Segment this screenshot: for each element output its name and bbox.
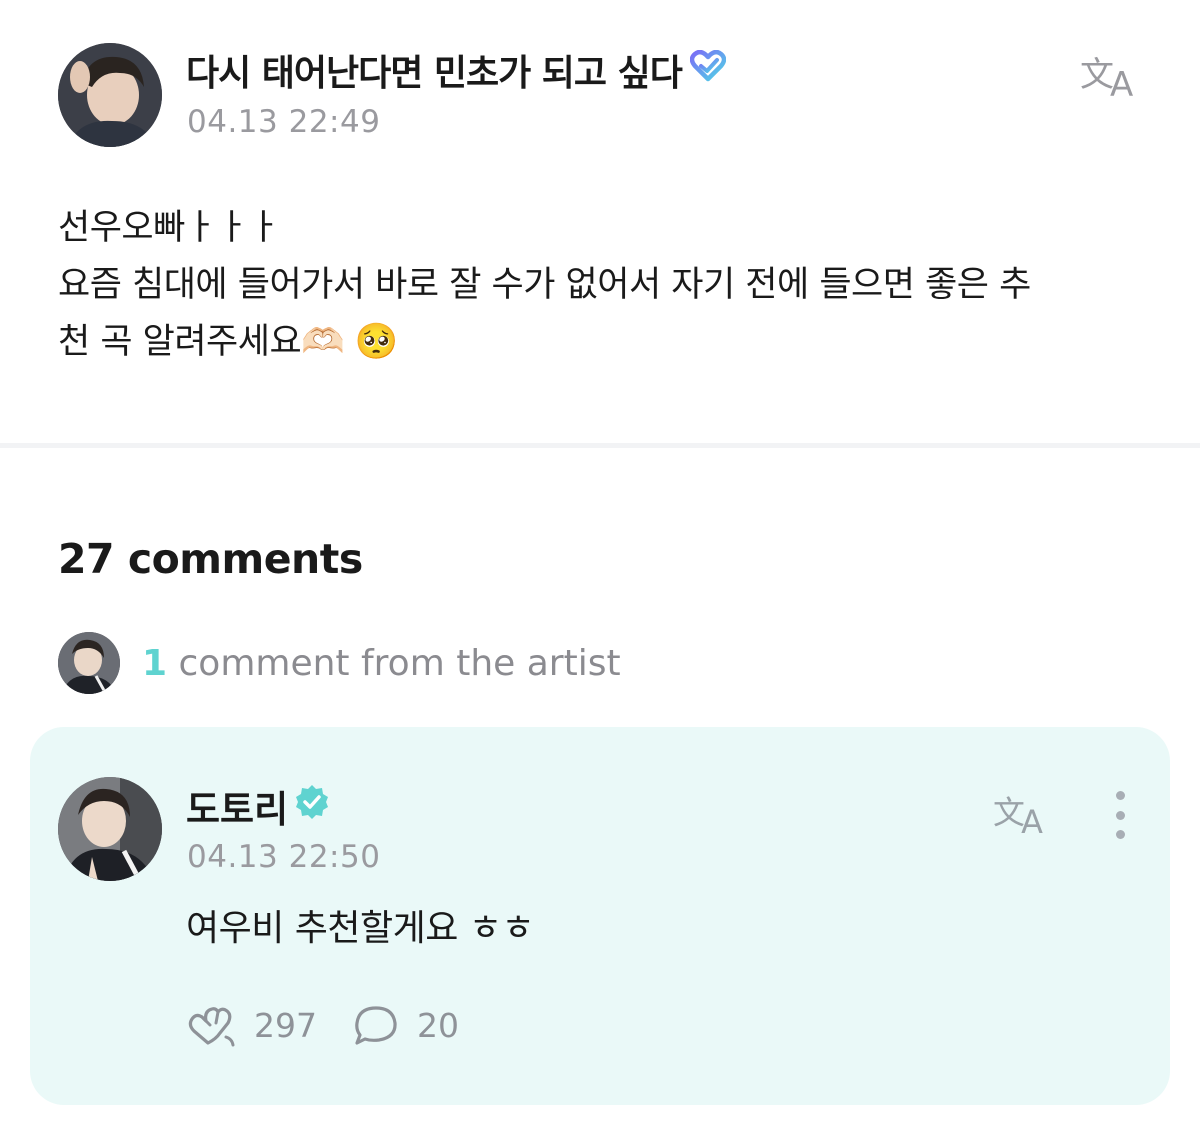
heart-badge-icon	[689, 49, 727, 91]
translate-icon[interactable]: 文 A	[1080, 52, 1144, 105]
verified-badge-icon	[294, 784, 330, 829]
more-dot	[1115, 830, 1125, 839]
artist-comment-label-text: comment from the artist	[167, 642, 621, 684]
like-button[interactable]: 297	[186, 1003, 317, 1047]
svg-text:文: 文	[993, 793, 1025, 831]
artist-avatar[interactable]	[58, 777, 162, 881]
artist-comment-count: 1	[142, 642, 168, 684]
post-body-line: 천 곡 알려주세요🫶🏻 🥺	[58, 322, 398, 362]
svg-text:A: A	[1021, 803, 1043, 837]
post-author-name[interactable]: 다시 태어난다면 민초가 되고 싶다	[186, 44, 683, 96]
post-body-line: 요즘 침대에 들어가서 바로 잘 수가 없어서 자기 전에 들으면 좋은 추	[58, 265, 1031, 305]
artist-name[interactable]: 도토리	[186, 779, 288, 833]
comment-translate-icon[interactable]: 文 A	[993, 791, 1053, 840]
post-author-name-row[interactable]: 다시 태어난다면 민초가 되고 싶다	[186, 44, 727, 96]
reply-button[interactable]: 20	[353, 1004, 459, 1046]
speech-bubble-icon	[355, 1006, 397, 1045]
artist-comment-text: 여우비 추천할게요 ㅎㅎ	[186, 908, 535, 949]
post-timestamp: 04.13 22:49	[187, 104, 381, 140]
post-detail-page: 다시 태어난다면 민초가 되고 싶다 04.13 22:49 文 A 선우오빠ㅏ…	[0, 0, 1200, 1125]
more-vertical-icon[interactable]	[1106, 791, 1134, 839]
post-body-line: 선우오빠ㅏㅏㅏ	[58, 208, 280, 248]
comment-actions: 297 20	[186, 1003, 459, 1047]
artist-comment-timestamp: 04.13 22:50	[187, 839, 381, 875]
reply-count: 20	[417, 1005, 459, 1045]
heart-applause-icon	[188, 1007, 235, 1047]
artist-comments-filter[interactable]: 1 comment from the artist	[58, 632, 621, 694]
artist-mini-avatar	[58, 632, 120, 694]
artist-comment-card: 도토리 04.13 22:50 여우비 추천할게요 ㅎㅎ 文 A 297 20	[30, 727, 1170, 1105]
post-author-avatar[interactable]	[58, 43, 162, 147]
svg-text:文: 文	[1080, 55, 1114, 95]
section-divider	[0, 443, 1200, 448]
artist-comments-label: 1 comment from the artist	[142, 643, 621, 684]
svg-text:A: A	[1110, 65, 1133, 100]
comments-count-title: 27 comments	[58, 535, 363, 583]
post-body: 선우오빠ㅏㅏㅏ 요즘 침대에 들어가서 바로 잘 수가 없어서 자기 전에 들으…	[58, 200, 1158, 371]
more-dot	[1115, 791, 1125, 800]
artist-name-row[interactable]: 도토리	[186, 779, 330, 833]
like-count: 297	[254, 1005, 317, 1045]
more-dot	[1115, 810, 1125, 820]
